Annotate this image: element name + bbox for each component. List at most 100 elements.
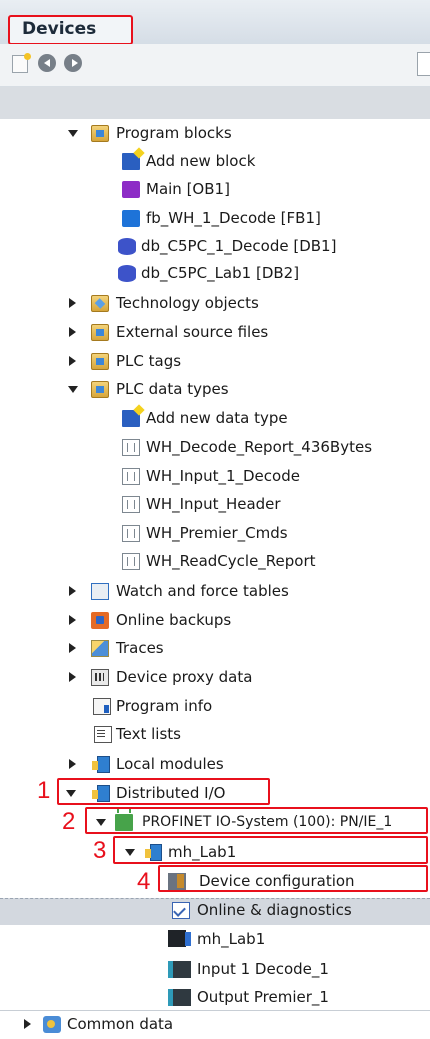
tree-item-watch-force-tables[interactable]: Watch and force tables bbox=[0, 577, 430, 606]
tree-item-technology-objects[interactable]: Technology objects bbox=[0, 289, 430, 318]
toolbar-overflow-icon[interactable] bbox=[417, 52, 430, 76]
tree-item-label: Add new data type bbox=[146, 409, 288, 427]
common-data-icon bbox=[43, 1016, 61, 1033]
tree-item-db-c5pc-1-decode[interactable]: db_C5PC_1_Decode [DB1] bbox=[0, 232, 430, 261]
tree-item-distributed-io[interactable]: Distributed I/O bbox=[0, 779, 430, 808]
tree-item-plc-tags[interactable]: PLC tags bbox=[0, 347, 430, 376]
expand-arrow-icon[interactable] bbox=[96, 819, 106, 826]
expand-arrow-icon[interactable] bbox=[125, 849, 135, 856]
tree-item-add-new-data-type[interactable]: Add new data type bbox=[0, 404, 430, 433]
tree-item-wh-input-1-decode[interactable]: WH_Input_1_Decode bbox=[0, 462, 430, 491]
tree-item-label: db_C5PC_1_Decode [DB1] bbox=[141, 237, 337, 255]
tree-item-device-configuration[interactable]: Device configuration bbox=[0, 867, 430, 896]
tree-item-label: Watch and force tables bbox=[116, 582, 289, 600]
collapse-arrow-icon[interactable] bbox=[69, 356, 76, 366]
divider bbox=[0, 1010, 430, 1011]
tree-item-wh-premier-cmds[interactable]: WH_Premier_Cmds bbox=[0, 519, 430, 548]
tree-item-external-source-files[interactable]: External source files bbox=[0, 318, 430, 347]
tree-item-main-ob1[interactable]: Main [OB1] bbox=[0, 175, 430, 204]
tree-item-label: External source files bbox=[116, 323, 269, 341]
technology-objects-icon bbox=[91, 295, 109, 312]
tree-item-common-data[interactable]: Common data bbox=[0, 1010, 430, 1039]
tree-item-label: WH_Input_Header bbox=[146, 495, 281, 513]
tree-header-band bbox=[0, 87, 430, 119]
tree-item-input-1-decode[interactable]: Input 1 Decode_1 bbox=[0, 955, 430, 984]
tree-item-label: Device proxy data bbox=[116, 668, 253, 686]
collapse-arrow-icon[interactable] bbox=[69, 643, 76, 653]
function-block-icon bbox=[122, 210, 140, 227]
tree-item-wh-decode-report[interactable]: WH_Decode_Report_436Bytes bbox=[0, 433, 430, 462]
tree-item-label: Local modules bbox=[116, 755, 224, 773]
online-backups-icon bbox=[91, 612, 109, 629]
forward-arrow-icon[interactable] bbox=[64, 54, 82, 72]
tree-item-db-c5pc-lab1[interactable]: db_C5PC_Lab1 [DB2] bbox=[0, 259, 430, 288]
collapse-arrow-icon[interactable] bbox=[24, 1019, 31, 1029]
new-item-icon[interactable] bbox=[12, 53, 31, 73]
data-type-icon bbox=[122, 496, 140, 513]
tree-item-label: Add new block bbox=[146, 152, 256, 170]
tree-item-program-info[interactable]: Program info bbox=[0, 692, 430, 721]
tree-item-label: Program blocks bbox=[116, 124, 232, 142]
io-module-icon bbox=[168, 989, 191, 1006]
tree-item-device-proxy-data[interactable]: Device proxy data bbox=[0, 663, 430, 692]
tree-item-label: Traces bbox=[116, 639, 164, 657]
tree-item-label: db_C5PC_Lab1 [DB2] bbox=[141, 264, 300, 282]
collapse-arrow-icon[interactable] bbox=[69, 672, 76, 682]
toolbar bbox=[0, 44, 430, 87]
tree-item-label: Technology objects bbox=[116, 294, 259, 312]
expand-arrow-icon[interactable] bbox=[68, 130, 78, 137]
tree-item-label: PLC tags bbox=[116, 352, 182, 370]
distributed-io-icon bbox=[92, 785, 110, 802]
tree-item-plc-data-types[interactable]: PLC data types bbox=[0, 375, 430, 404]
io-module-icon bbox=[168, 961, 191, 978]
data-block-icon bbox=[118, 238, 136, 255]
tree-item-mh-lab1-device[interactable]: mh_Lab1 bbox=[0, 925, 430, 954]
tree-item-label: mh_Lab1 bbox=[197, 930, 266, 948]
tree-item-label: Program info bbox=[116, 697, 213, 715]
tree-item-wh-readcycle-report[interactable]: WH_ReadCycle_Report bbox=[0, 547, 430, 576]
tree-item-fb-wh-1-decode[interactable]: fb_WH_1_Decode [FB1] bbox=[0, 204, 430, 233]
collapse-arrow-icon[interactable] bbox=[69, 298, 76, 308]
tree-item-online-backups[interactable]: Online backups bbox=[0, 606, 430, 635]
back-arrow-icon[interactable] bbox=[38, 54, 56, 72]
organization-block-icon bbox=[122, 181, 140, 198]
tree-item-wh-input-header[interactable]: WH_Input_Header bbox=[0, 490, 430, 519]
data-type-icon bbox=[122, 468, 140, 485]
collapse-arrow-icon[interactable] bbox=[69, 615, 76, 625]
tree-item-online-diagnostics[interactable]: Online & diagnostics bbox=[0, 896, 430, 925]
add-data-type-icon bbox=[122, 410, 140, 427]
device-configuration-icon bbox=[168, 873, 186, 890]
tree-item-add-new-block[interactable]: Add new block bbox=[0, 147, 430, 176]
expand-arrow-icon[interactable] bbox=[68, 386, 78, 393]
tree-item-label: Main [OB1] bbox=[146, 180, 230, 198]
tree-item-label: WH_Input_1_Decode bbox=[146, 467, 300, 485]
annotation-number-2: 2 bbox=[62, 808, 76, 835]
annotation-number-1: 1 bbox=[37, 777, 51, 804]
watch-table-icon bbox=[91, 583, 109, 600]
tree-item-label: WH_ReadCycle_Report bbox=[146, 552, 316, 570]
tree-item-label: Text lists bbox=[116, 725, 181, 743]
plc-tags-icon bbox=[91, 353, 109, 370]
local-modules-icon bbox=[92, 756, 110, 773]
data-type-icon bbox=[122, 439, 140, 456]
data-type-icon bbox=[122, 553, 140, 570]
tree-item-text-lists[interactable]: Text lists bbox=[0, 720, 430, 749]
tree-item-label: Output Premier_1 bbox=[197, 988, 329, 1006]
tree-item-label: mh_Lab1 bbox=[168, 843, 237, 861]
devices-tab[interactable]: Devices bbox=[8, 15, 133, 45]
tree-item-output-premier[interactable]: Output Premier_1 bbox=[0, 983, 430, 1012]
expand-arrow-icon[interactable] bbox=[66, 790, 76, 797]
tree-item-traces[interactable]: Traces bbox=[0, 634, 430, 663]
device-proxy-icon bbox=[91, 669, 109, 686]
tree-item-program-blocks[interactable]: Program blocks bbox=[0, 119, 430, 148]
program-blocks-folder-icon bbox=[91, 125, 109, 142]
tree-item-label: Distributed I/O bbox=[116, 784, 226, 802]
tree-item-local-modules[interactable]: Local modules bbox=[0, 750, 430, 779]
tree-item-label: fb_WH_1_Decode [FB1] bbox=[146, 209, 321, 227]
interface-module-icon bbox=[168, 930, 191, 947]
collapse-arrow-icon[interactable] bbox=[69, 586, 76, 596]
tree-item-mh-lab1[interactable]: mh_Lab1 bbox=[0, 838, 430, 867]
tree-item-label: PLC data types bbox=[116, 380, 229, 398]
collapse-arrow-icon[interactable] bbox=[69, 327, 76, 337]
collapse-arrow-icon[interactable] bbox=[69, 759, 76, 769]
